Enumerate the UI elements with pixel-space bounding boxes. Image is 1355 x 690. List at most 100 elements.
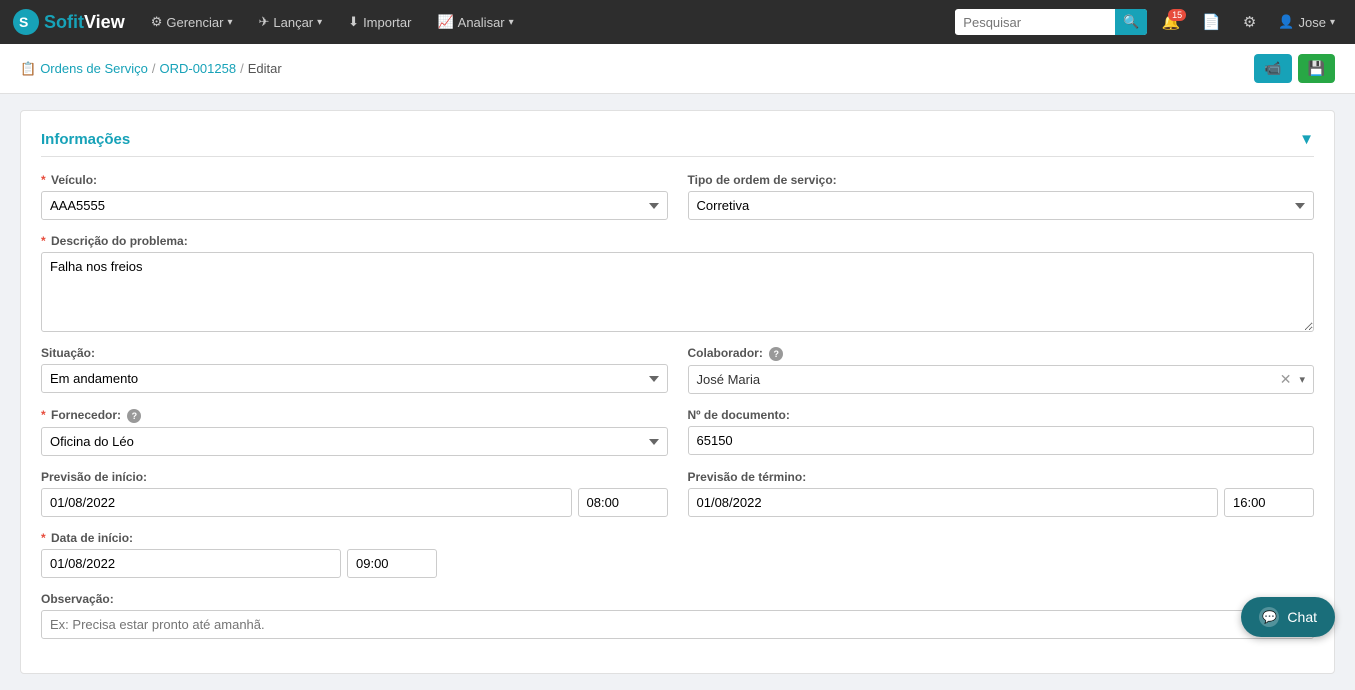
label-veiculo: * Veículo: xyxy=(41,173,668,187)
label-fornecedor: * Fornecedor: ? xyxy=(41,408,668,423)
label-data-inicio: * Data de início: xyxy=(41,531,668,545)
nav-lancar[interactable]: ✈ Lançar ▾ xyxy=(248,8,332,36)
gear-icon: ⚙ xyxy=(151,14,163,30)
collapse-icon[interactable]: ▼ xyxy=(1299,131,1314,148)
required-star-descricao: * xyxy=(41,234,46,248)
row-situacao-colaborador: Situação: Em andamento Colaborador: ? Jo… xyxy=(41,346,1314,394)
section-title: Informações ▼ xyxy=(41,131,1314,157)
nav-gerenciar[interactable]: ⚙ Gerenciar ▾ xyxy=(141,8,243,36)
input-previsao-inicio-time[interactable]: 08:00 xyxy=(578,488,668,517)
breadcrumb-bar: 📋 Ordens de Serviço / ORD-001258 / Edita… xyxy=(0,44,1355,94)
breadcrumb-actions: 📹 💾 xyxy=(1254,54,1335,83)
label-descricao: * Descrição do problema: xyxy=(41,234,1314,248)
chart-icon: 📈 xyxy=(437,14,453,30)
group-colaborador: Colaborador: ? José Maria ✕ ▾ xyxy=(688,346,1315,394)
main-content: Informações ▼ * Veículo: AAA5555 Tipo de… xyxy=(0,94,1355,690)
logo-icon: S xyxy=(12,8,40,36)
input-documento[interactable]: 65150 xyxy=(688,426,1315,455)
select-fornecedor[interactable]: Oficina do Léo xyxy=(41,427,668,456)
nav-analisar[interactable]: 📈 Analisar ▾ xyxy=(427,8,523,36)
required-star-fornecedor: * xyxy=(41,408,46,422)
row-previsao: Previsão de início: 01/08/2022 08:00 Pre… xyxy=(41,470,1314,517)
logo: S SofitView xyxy=(12,8,125,36)
select-veiculo[interactable]: AAA5555 xyxy=(41,191,668,220)
info-icon-colaborador: ? xyxy=(769,347,783,361)
input-data-inicio-time[interactable]: 09:00 xyxy=(347,549,437,578)
chevron-down-icon: ▾ xyxy=(1330,17,1335,28)
input-data-inicio-date[interactable]: 01/08/2022 xyxy=(41,549,341,578)
row-data-inicio: * Data de início: 01/08/2022 09:00 xyxy=(41,531,1314,578)
settings-icon-btn[interactable]: ⚙ xyxy=(1235,9,1264,35)
breadcrumb-current: Editar xyxy=(248,61,282,76)
info-icon-fornecedor: ? xyxy=(127,409,141,423)
previsao-inicio-inputs: 01/08/2022 08:00 xyxy=(41,488,668,517)
label-tipo: Tipo de ordem de serviço: xyxy=(688,173,1315,187)
chat-circle-icon: 💬 xyxy=(1259,607,1279,627)
data-inicio-inputs: 01/08/2022 09:00 xyxy=(41,549,668,578)
group-documento: Nº de documento: 65150 xyxy=(688,408,1315,456)
breadcrumb-page-icon: 📋 xyxy=(20,61,36,77)
user-menu[interactable]: 👤 Jose ▾ xyxy=(1270,10,1343,34)
select-tipo[interactable]: Corretiva xyxy=(688,191,1315,220)
label-previsao-termino: Previsão de término: xyxy=(688,470,1315,484)
notification-bell[interactable]: 🔔 15 xyxy=(1153,9,1188,35)
row-fornecedor-documento: * Fornecedor: ? Oficina do Léo Nº de doc… xyxy=(41,408,1314,456)
group-veiculo: * Veículo: AAA5555 xyxy=(41,173,668,220)
select-situacao[interactable]: Em andamento xyxy=(41,364,668,393)
input-previsao-termino-time[interactable]: 16:00 xyxy=(1224,488,1314,517)
label-previsao-inicio: Previsão de início: xyxy=(41,470,668,484)
import-icon: ⬇ xyxy=(348,14,359,30)
input-observacao[interactable] xyxy=(41,610,1314,639)
chat-button[interactable]: 💬 Chat xyxy=(1241,597,1335,637)
group-descricao: * Descrição do problema: Falha nos freio… xyxy=(41,234,1314,332)
top-navigation: S SofitView ⚙ Gerenciar ▾ ✈ Lançar ▾ ⬇ I… xyxy=(0,0,1355,44)
nav-importar[interactable]: ⬇ Importar xyxy=(338,8,421,36)
label-documento: Nº de documento: xyxy=(688,408,1315,422)
label-colaborador: Colaborador: ? xyxy=(688,346,1315,361)
breadcrumb: 📋 Ordens de Serviço / ORD-001258 / Edita… xyxy=(20,61,282,77)
chevron-down-icon: ▾ xyxy=(227,17,232,28)
group-tipo: Tipo de ordem de serviço: Corretiva xyxy=(688,173,1315,220)
row-veiculo-tipo: * Veículo: AAA5555 Tipo de ordem de serv… xyxy=(41,173,1314,220)
group-data-inicio: * Data de início: 01/08/2022 09:00 xyxy=(41,531,668,578)
document-icon-btn[interactable]: 📄 xyxy=(1194,9,1229,35)
chevron-down-icon: ▾ xyxy=(509,17,514,28)
form-card: Informações ▼ * Veículo: AAA5555 Tipo de… xyxy=(20,110,1335,674)
chat-label: Chat xyxy=(1287,609,1317,625)
input-previsao-inicio-date[interactable]: 01/08/2022 xyxy=(41,488,572,517)
colaborador-clear-icon[interactable]: ✕ xyxy=(1276,371,1296,388)
previsao-termino-inputs: 01/08/2022 16:00 xyxy=(688,488,1315,517)
colaborador-value: José Maria xyxy=(693,368,1276,391)
search-input[interactable] xyxy=(955,11,1115,34)
label-situacao: Situação: xyxy=(41,346,668,360)
save-button[interactable]: 💾 xyxy=(1298,54,1335,83)
user-icon: 👤 xyxy=(1278,14,1294,30)
row-descricao: * Descrição do problema: Falha nos freio… xyxy=(41,234,1314,332)
group-observacao: Observação: xyxy=(41,592,1314,639)
colaborador-field[interactable]: José Maria ✕ ▾ xyxy=(688,365,1315,394)
notification-badge: 15 xyxy=(1168,9,1186,21)
group-previsao-inicio: Previsão de início: 01/08/2022 08:00 xyxy=(41,470,668,517)
group-placeholder-right xyxy=(688,531,1315,578)
group-previsao-termino: Previsão de término: 01/08/2022 16:00 xyxy=(688,470,1315,517)
search-box[interactable]: 🔍 xyxy=(955,9,1147,35)
group-situacao: Situação: Em andamento xyxy=(41,346,668,394)
nav-right-section: 🔍 🔔 15 📄 ⚙ 👤 Jose ▾ xyxy=(955,9,1343,35)
search-button[interactable]: 🔍 xyxy=(1115,9,1147,35)
label-observacao: Observação: xyxy=(41,592,1314,606)
chevron-down-icon: ▾ xyxy=(317,17,322,28)
breadcrumb-link-ord[interactable]: ORD-001258 xyxy=(159,61,236,76)
required-star-veiculo: * xyxy=(41,173,46,187)
group-fornecedor: * Fornecedor: ? Oficina do Léo xyxy=(41,408,668,456)
launch-icon: ✈ xyxy=(258,14,269,30)
input-previsao-termino-date[interactable]: 01/08/2022 xyxy=(688,488,1219,517)
svg-text:S: S xyxy=(19,14,28,30)
row-observacao: Observação: xyxy=(41,592,1314,639)
breadcrumb-sep-2: / xyxy=(240,61,244,76)
required-star-data-inicio: * xyxy=(41,531,46,545)
video-button[interactable]: 📹 xyxy=(1254,54,1291,83)
textarea-descricao[interactable]: Falha nos freios xyxy=(41,252,1314,332)
breadcrumb-link-ordens[interactable]: Ordens de Serviço xyxy=(40,61,148,76)
colaborador-arrow-icon[interactable]: ▾ xyxy=(1295,373,1309,386)
logo-text: SofitView xyxy=(44,12,125,33)
